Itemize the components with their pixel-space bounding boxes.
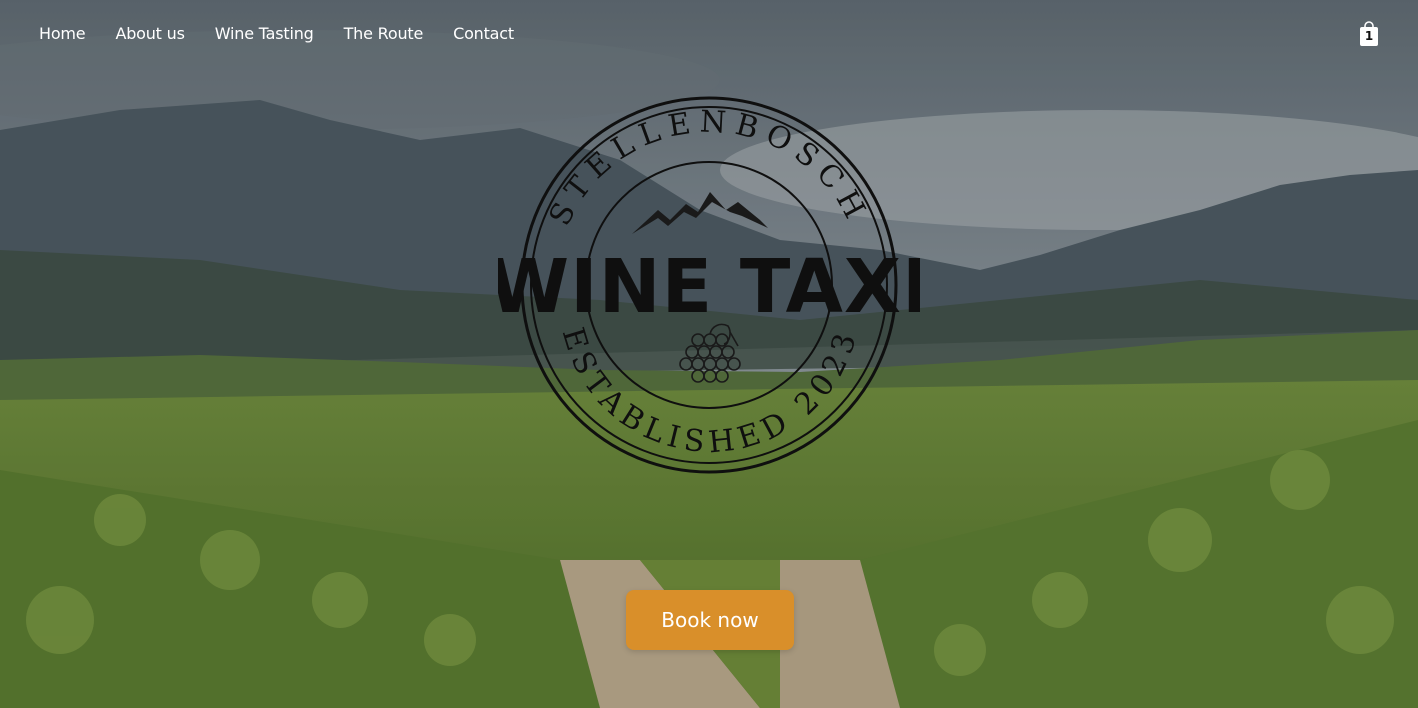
svg-text:STELLENBOSCH: STELLENBOSCH xyxy=(542,104,875,231)
hero-section: Home About us Wine Tasting The Route Con… xyxy=(0,0,1418,708)
logo-top-arc-text: STELLENBOSCH xyxy=(542,104,867,231)
nav-item-contact[interactable]: Contact xyxy=(453,22,514,46)
book-now-button[interactable]: Book now xyxy=(626,590,794,650)
cart-count-badge: 1 xyxy=(1364,29,1374,43)
mountains-icon xyxy=(632,192,768,234)
logo-title: WINE TAXI xyxy=(498,244,920,330)
nav-item-about-us[interactable]: About us xyxy=(115,22,184,46)
nav-item-home[interactable]: Home xyxy=(39,22,86,46)
cart-button[interactable]: 1 xyxy=(1359,21,1379,47)
nav-item-wine-tasting[interactable]: Wine Tasting xyxy=(215,22,314,46)
grapes-icon xyxy=(679,323,741,383)
main-nav: Home About us Wine Tasting The Route Con… xyxy=(39,22,514,46)
wine-taxi-logo: STELLENBOSCH ESTABLISHED 2023 WINE TAXI xyxy=(498,96,920,474)
nav-item-the-route[interactable]: The Route xyxy=(344,22,424,46)
